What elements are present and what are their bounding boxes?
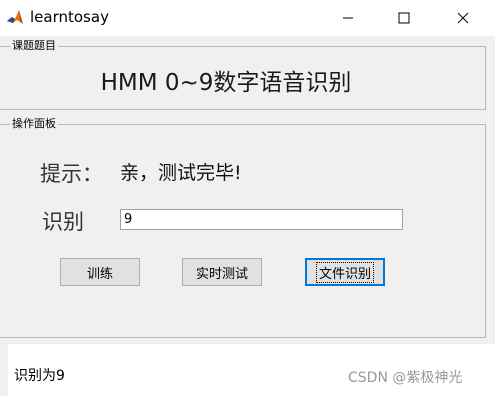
watermark: CSDN @紫极神光 bbox=[348, 370, 463, 386]
page-title: HMM 0~9数字语音识别 bbox=[100, 70, 352, 96]
close-button[interactable] bbox=[440, 0, 486, 36]
window-title: learntosay bbox=[30, 8, 109, 26]
file-recognition-label: 文件识别 bbox=[315, 261, 375, 283]
maximize-icon bbox=[398, 9, 410, 28]
operation-panel-label: 操作面板 bbox=[10, 117, 58, 131]
hint-message: 亲，测试完毕! bbox=[120, 162, 242, 184]
matlab-logo-icon bbox=[6, 8, 24, 26]
recognition-result-field[interactable] bbox=[120, 209, 403, 230]
minimize-button[interactable] bbox=[325, 0, 371, 36]
maximize-button[interactable] bbox=[381, 0, 427, 36]
close-icon bbox=[457, 9, 469, 28]
window-edge bbox=[0, 344, 8, 396]
title-bar[interactable]: learntosay bbox=[0, 0, 495, 36]
file-recognition-button[interactable]: 文件识别 bbox=[305, 258, 385, 286]
topic-panel-label: 课题题目 bbox=[10, 39, 58, 53]
realtime-test-button[interactable]: 实时测试 bbox=[182, 258, 262, 286]
train-button[interactable]: 训练 bbox=[60, 258, 140, 286]
status-text: 识别为9 bbox=[14, 368, 65, 384]
hint-label: 提示： bbox=[40, 162, 103, 186]
app-window: learntosay 课题题目 HMM 0~9数字语音识别 操作面板 提示： 亲… bbox=[0, 0, 495, 344]
minimize-icon bbox=[342, 9, 354, 28]
recognition-label: 识别 bbox=[42, 210, 84, 234]
